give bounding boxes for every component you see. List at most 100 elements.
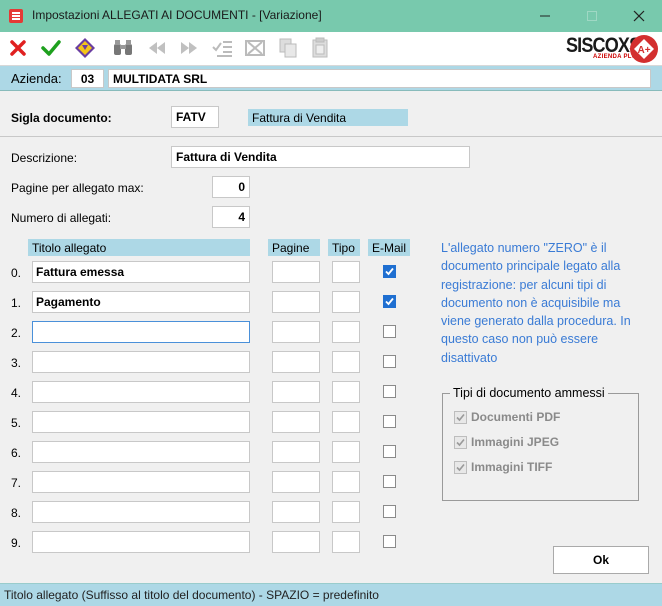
tipo-input[interactable] bbox=[332, 321, 360, 343]
row-number: 0. bbox=[11, 266, 22, 280]
numero-allegati-input[interactable]: 4 bbox=[212, 206, 250, 228]
email-checkbox[interactable] bbox=[383, 265, 396, 278]
pagine-input[interactable] bbox=[272, 441, 320, 463]
col-header-pagine: Pagine bbox=[268, 239, 320, 256]
numero-allegati-label: Numero di allegati: bbox=[11, 211, 112, 225]
col-header-tipo: Tipo bbox=[328, 239, 360, 256]
minimize-icon bbox=[540, 15, 550, 17]
email-checkbox[interactable] bbox=[383, 325, 396, 338]
row-number: 7. bbox=[11, 476, 22, 490]
row-number: 8. bbox=[11, 506, 22, 520]
pagine-max-input[interactable]: 0 bbox=[212, 176, 250, 198]
titolo-input[interactable] bbox=[32, 381, 250, 403]
tipo-input[interactable] bbox=[332, 261, 360, 283]
row-number: 9. bbox=[11, 536, 22, 550]
delete-button[interactable] bbox=[244, 37, 266, 59]
tipo-input[interactable] bbox=[332, 471, 360, 493]
titolo-input[interactable] bbox=[32, 321, 250, 343]
pagine-input[interactable] bbox=[272, 411, 320, 433]
pagine-input[interactable] bbox=[272, 471, 320, 493]
binoculars-icon bbox=[114, 40, 132, 55]
check-list-button[interactable] bbox=[212, 37, 234, 59]
company-code: 03 bbox=[71, 69, 104, 88]
tipo-input[interactable] bbox=[332, 381, 360, 403]
confirm-icon bbox=[41, 40, 61, 56]
tipo-documento-checkbox[interactable] bbox=[454, 461, 467, 474]
titolo-input[interactable] bbox=[32, 411, 250, 433]
tipo-input[interactable] bbox=[332, 351, 360, 373]
email-checkbox[interactable] bbox=[383, 295, 396, 308]
tipi-groupbox-title: Tipi di documento ammessi bbox=[450, 386, 608, 400]
titolo-input[interactable] bbox=[32, 441, 250, 463]
copy-icon bbox=[279, 38, 297, 58]
company-name: MULTIDATA SRL bbox=[108, 69, 651, 88]
forward-icon bbox=[181, 42, 197, 54]
titolo-input[interactable] bbox=[32, 531, 250, 553]
email-checkbox[interactable] bbox=[383, 535, 396, 548]
filter-button[interactable] bbox=[74, 37, 96, 59]
pagine-input[interactable] bbox=[272, 261, 320, 283]
descrizione-input[interactable]: Fattura di Vendita bbox=[171, 146, 470, 168]
app-icon bbox=[9, 9, 23, 23]
row-number: 2. bbox=[11, 326, 22, 340]
tipo-documento-label: Immagini TIFF bbox=[471, 460, 553, 474]
window-title: Impostazioni ALLEGATI AI DOCUMENTI - [Va… bbox=[32, 8, 322, 22]
email-checkbox[interactable] bbox=[383, 505, 396, 518]
descrizione-label: Descrizione: bbox=[11, 151, 78, 165]
minimize-button[interactable] bbox=[522, 0, 568, 32]
row-number: 4. bbox=[11, 386, 22, 400]
maximize-icon bbox=[587, 11, 597, 21]
close-button[interactable] bbox=[616, 0, 662, 32]
tipo-input[interactable] bbox=[332, 501, 360, 523]
sigla-input[interactable]: FATV bbox=[171, 106, 219, 128]
sigla-description: Fattura di Vendita bbox=[248, 109, 408, 126]
email-checkbox[interactable] bbox=[383, 475, 396, 488]
copy-button[interactable] bbox=[277, 37, 299, 59]
col-header-email: E-Mail bbox=[368, 239, 410, 256]
email-checkbox[interactable] bbox=[383, 445, 396, 458]
tipo-input[interactable] bbox=[332, 291, 360, 313]
titolo-input[interactable] bbox=[32, 501, 250, 523]
ok-button[interactable]: Ok bbox=[553, 546, 649, 574]
separator bbox=[0, 136, 662, 137]
close-icon bbox=[633, 10, 645, 22]
pagine-input[interactable] bbox=[272, 531, 320, 553]
confirm-button[interactable] bbox=[40, 37, 62, 59]
company-label: Azienda: bbox=[11, 71, 62, 86]
paste-icon bbox=[312, 37, 328, 58]
titolo-input[interactable] bbox=[32, 471, 250, 493]
titolo-input[interactable]: Fattura emessa bbox=[32, 261, 250, 283]
cancel-button[interactable] bbox=[7, 37, 29, 59]
row-number: 1. bbox=[11, 296, 22, 310]
email-checkbox[interactable] bbox=[383, 355, 396, 368]
svg-text:A+: A+ bbox=[637, 45, 650, 56]
email-checkbox[interactable] bbox=[383, 385, 396, 398]
pagine-max-label: Pagine per allegato max: bbox=[11, 181, 144, 195]
next-button[interactable] bbox=[178, 37, 200, 59]
tipo-documento-checkbox[interactable] bbox=[454, 411, 467, 424]
pagine-input[interactable] bbox=[272, 291, 320, 313]
sigla-label: Sigla documento: bbox=[11, 111, 112, 125]
pagine-input[interactable] bbox=[272, 351, 320, 373]
tipo-input[interactable] bbox=[332, 411, 360, 433]
pagine-input[interactable] bbox=[272, 501, 320, 523]
search-button[interactable] bbox=[112, 37, 134, 59]
row-number: 5. bbox=[11, 416, 22, 430]
tipo-documento-label: Documenti PDF bbox=[471, 410, 561, 424]
titolo-input[interactable]: Pagamento bbox=[32, 291, 250, 313]
paste-button[interactable] bbox=[309, 37, 331, 59]
titolo-input[interactable] bbox=[32, 351, 250, 373]
pagine-input[interactable] bbox=[272, 381, 320, 403]
brand-badge-icon: A+ bbox=[628, 34, 660, 64]
previous-button[interactable] bbox=[146, 37, 168, 59]
tipo-documento-label: Immagini JPEG bbox=[471, 435, 560, 449]
info-note: L'allegato numero "ZERO" è il documento … bbox=[441, 241, 631, 365]
col-header-titolo: Titolo allegato bbox=[28, 239, 250, 256]
email-checkbox[interactable] bbox=[383, 415, 396, 428]
pagine-input[interactable] bbox=[272, 321, 320, 343]
tipo-documento-checkbox[interactable] bbox=[454, 436, 467, 449]
maximize-button[interactable] bbox=[569, 0, 615, 32]
tipo-input[interactable] bbox=[332, 531, 360, 553]
delete-icon bbox=[245, 40, 265, 56]
tipo-input[interactable] bbox=[332, 441, 360, 463]
